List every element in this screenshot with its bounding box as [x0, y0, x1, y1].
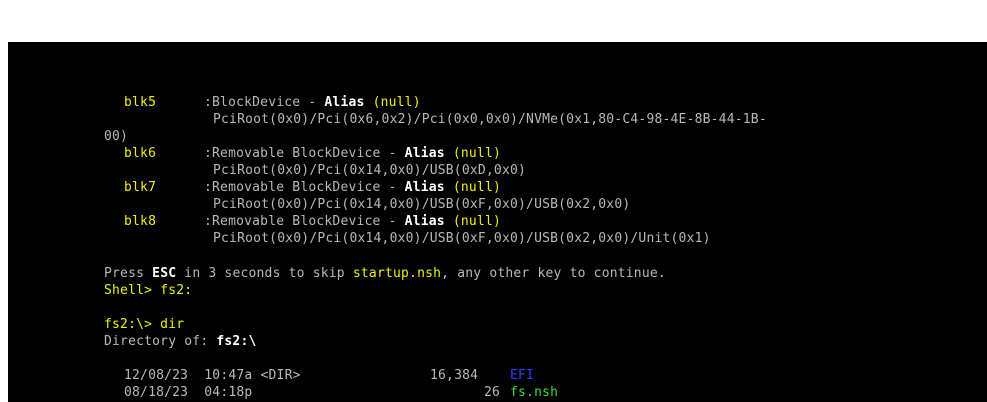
device-desc-blk5: :BlockDevice - Alias (null) [204, 96, 421, 109]
device-row-blk7: blk7 [124, 181, 156, 194]
device-path-blk6: PciRoot(0x0)/Pci(0x14,0x0)/USB(0xD,0x0) [213, 163, 527, 178]
directory-label: Directory of: [104, 334, 217, 349]
startup-prefix: Press [104, 266, 153, 281]
device-desc-blk8: :Removable BlockDevice - Alias (null) [204, 215, 501, 228]
directory-header: Directory of: fs2:\ [104, 335, 257, 348]
entry-name-dir: EFI [510, 368, 535, 383]
startup-message: Press ESC in 3 seconds to skip startup.n… [104, 267, 666, 280]
list-item: 12/08/23 10:47a <DIR> [124, 369, 301, 382]
entry-date: 08/18/23 [124, 385, 189, 400]
list-item: 08/18/23 04:18p [124, 386, 252, 399]
uefi-shell-terminal[interactable]: blk5 :BlockDevice - Alias (null) PciRoot… [8, 42, 987, 402]
entry-date: 12/08/23 [124, 368, 189, 383]
device-name: blk7 [124, 180, 157, 195]
alias-value: (null) [452, 180, 502, 195]
startup-middle: in 3 seconds to skip [176, 266, 353, 281]
entry-type: <DIR> [260, 368, 301, 383]
device-row-blk6: blk6 [124, 147, 156, 160]
alias-value: (null) [372, 95, 421, 110]
alias-value: (null) [452, 214, 502, 229]
device-name: blk5 [124, 95, 157, 110]
entry-size: 16,384 [430, 368, 479, 383]
alias-label: Alias [404, 180, 445, 195]
device-name: blk6 [124, 146, 157, 161]
device-desc: :Removable BlockDevice - [204, 146, 405, 161]
entry-name-file: fs.nsh [510, 385, 559, 400]
alias-label: Alias [324, 95, 365, 110]
device-path-blk8: PciRoot(0x0)/Pci(0x14,0x0)/USB(0xF,0x0)/… [213, 231, 711, 246]
shell-prompt-command: Shell> fs2: [104, 283, 193, 298]
esc-key-label: ESC [152, 266, 177, 281]
device-path-blk5: PciRoot(0x0)/Pci(0x6,0x2)/Pci(0x0,0x0)/N… [213, 112, 767, 127]
device-path-cont-blk5: 00) [104, 129, 129, 144]
device-desc: :BlockDevice - [204, 95, 325, 110]
alias-label: Alias [404, 146, 445, 161]
fs2-prompt-command: fs2:\> dir [104, 317, 185, 332]
device-desc-blk7: :Removable BlockDevice - Alias (null) [204, 181, 501, 194]
device-desc: :Removable BlockDevice - [204, 180, 405, 195]
startup-suffix: , any other key to continue. [441, 266, 666, 281]
entry-size: 26 [484, 385, 501, 400]
startup-script-name: startup.nsh [352, 266, 442, 281]
device-path-blk7: PciRoot(0x0)/Pci(0x14,0x0)/USB(0xF,0x0)/… [213, 197, 631, 212]
entry-time: 04:18p [204, 385, 253, 400]
device-desc: :Removable BlockDevice - [204, 214, 405, 229]
device-desc-blk6: :Removable BlockDevice - Alias (null) [204, 147, 501, 160]
alias-value: (null) [452, 146, 502, 161]
directory-path: fs2:\ [216, 334, 257, 349]
device-name: blk8 [124, 214, 157, 229]
device-row-blk8: blk8 [124, 215, 156, 228]
device-row-blk5: blk5 [124, 96, 156, 109]
alias-label: Alias [404, 214, 445, 229]
entry-time: 10:47a [204, 368, 253, 383]
